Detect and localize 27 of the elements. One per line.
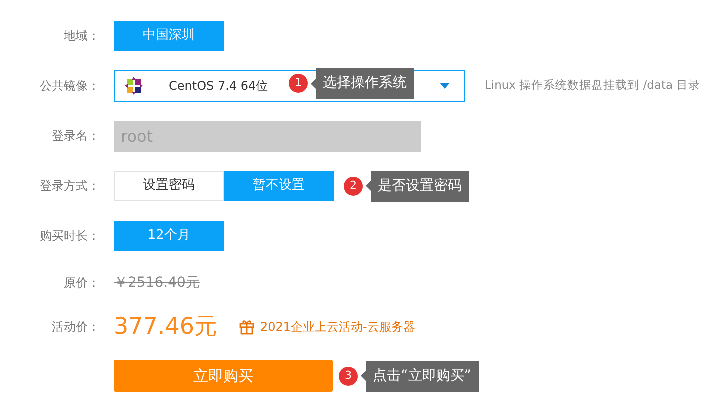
gift-icon: [239, 319, 256, 335]
option-button[interactable]: 设置密码: [114, 171, 224, 201]
step-number: 3: [339, 366, 358, 386]
buy-button[interactable]: 立即购买: [114, 360, 333, 392]
original-price: ￥2516.40元: [114, 274, 200, 292]
pinwheel-icon: [125, 77, 143, 95]
field-label: 地域：: [63, 28, 100, 45]
tooltip: 是否设置密码: [366, 170, 469, 202]
field-label: 活动价：: [51, 319, 100, 336]
option-button[interactable]: 暂不设置: [224, 171, 334, 201]
caret-icon: [440, 83, 450, 89]
image-select[interactable]: CentOS 7.4 64位 1 选择操作系统: [114, 70, 465, 102]
hint-text: Linux 操作系统数据盘挂载到 /data 目录: [485, 77, 701, 94]
field-label: 公共镜像：: [39, 78, 100, 95]
promo-text: 2021企业上云活动-云服务器: [260, 319, 416, 336]
option-button[interactable]: 12个月: [114, 221, 224, 251]
option-button[interactable]: 中国深圳: [114, 21, 224, 51]
select-value: CentOS 7.4 64位: [169, 78, 268, 95]
field-label: 登录方式：: [39, 178, 100, 195]
field-label: 购买时长：: [39, 228, 100, 245]
sale-price: 377.46元: [114, 312, 218, 342]
tooltip: 选择操作系统: [311, 68, 414, 99]
tooltip: 点击“立即购买”: [361, 360, 479, 392]
step-number: 1: [289, 74, 308, 93]
field-label: 原价：: [63, 275, 100, 292]
field-label: 登录名：: [51, 128, 100, 145]
step-number: 2: [344, 176, 363, 196]
